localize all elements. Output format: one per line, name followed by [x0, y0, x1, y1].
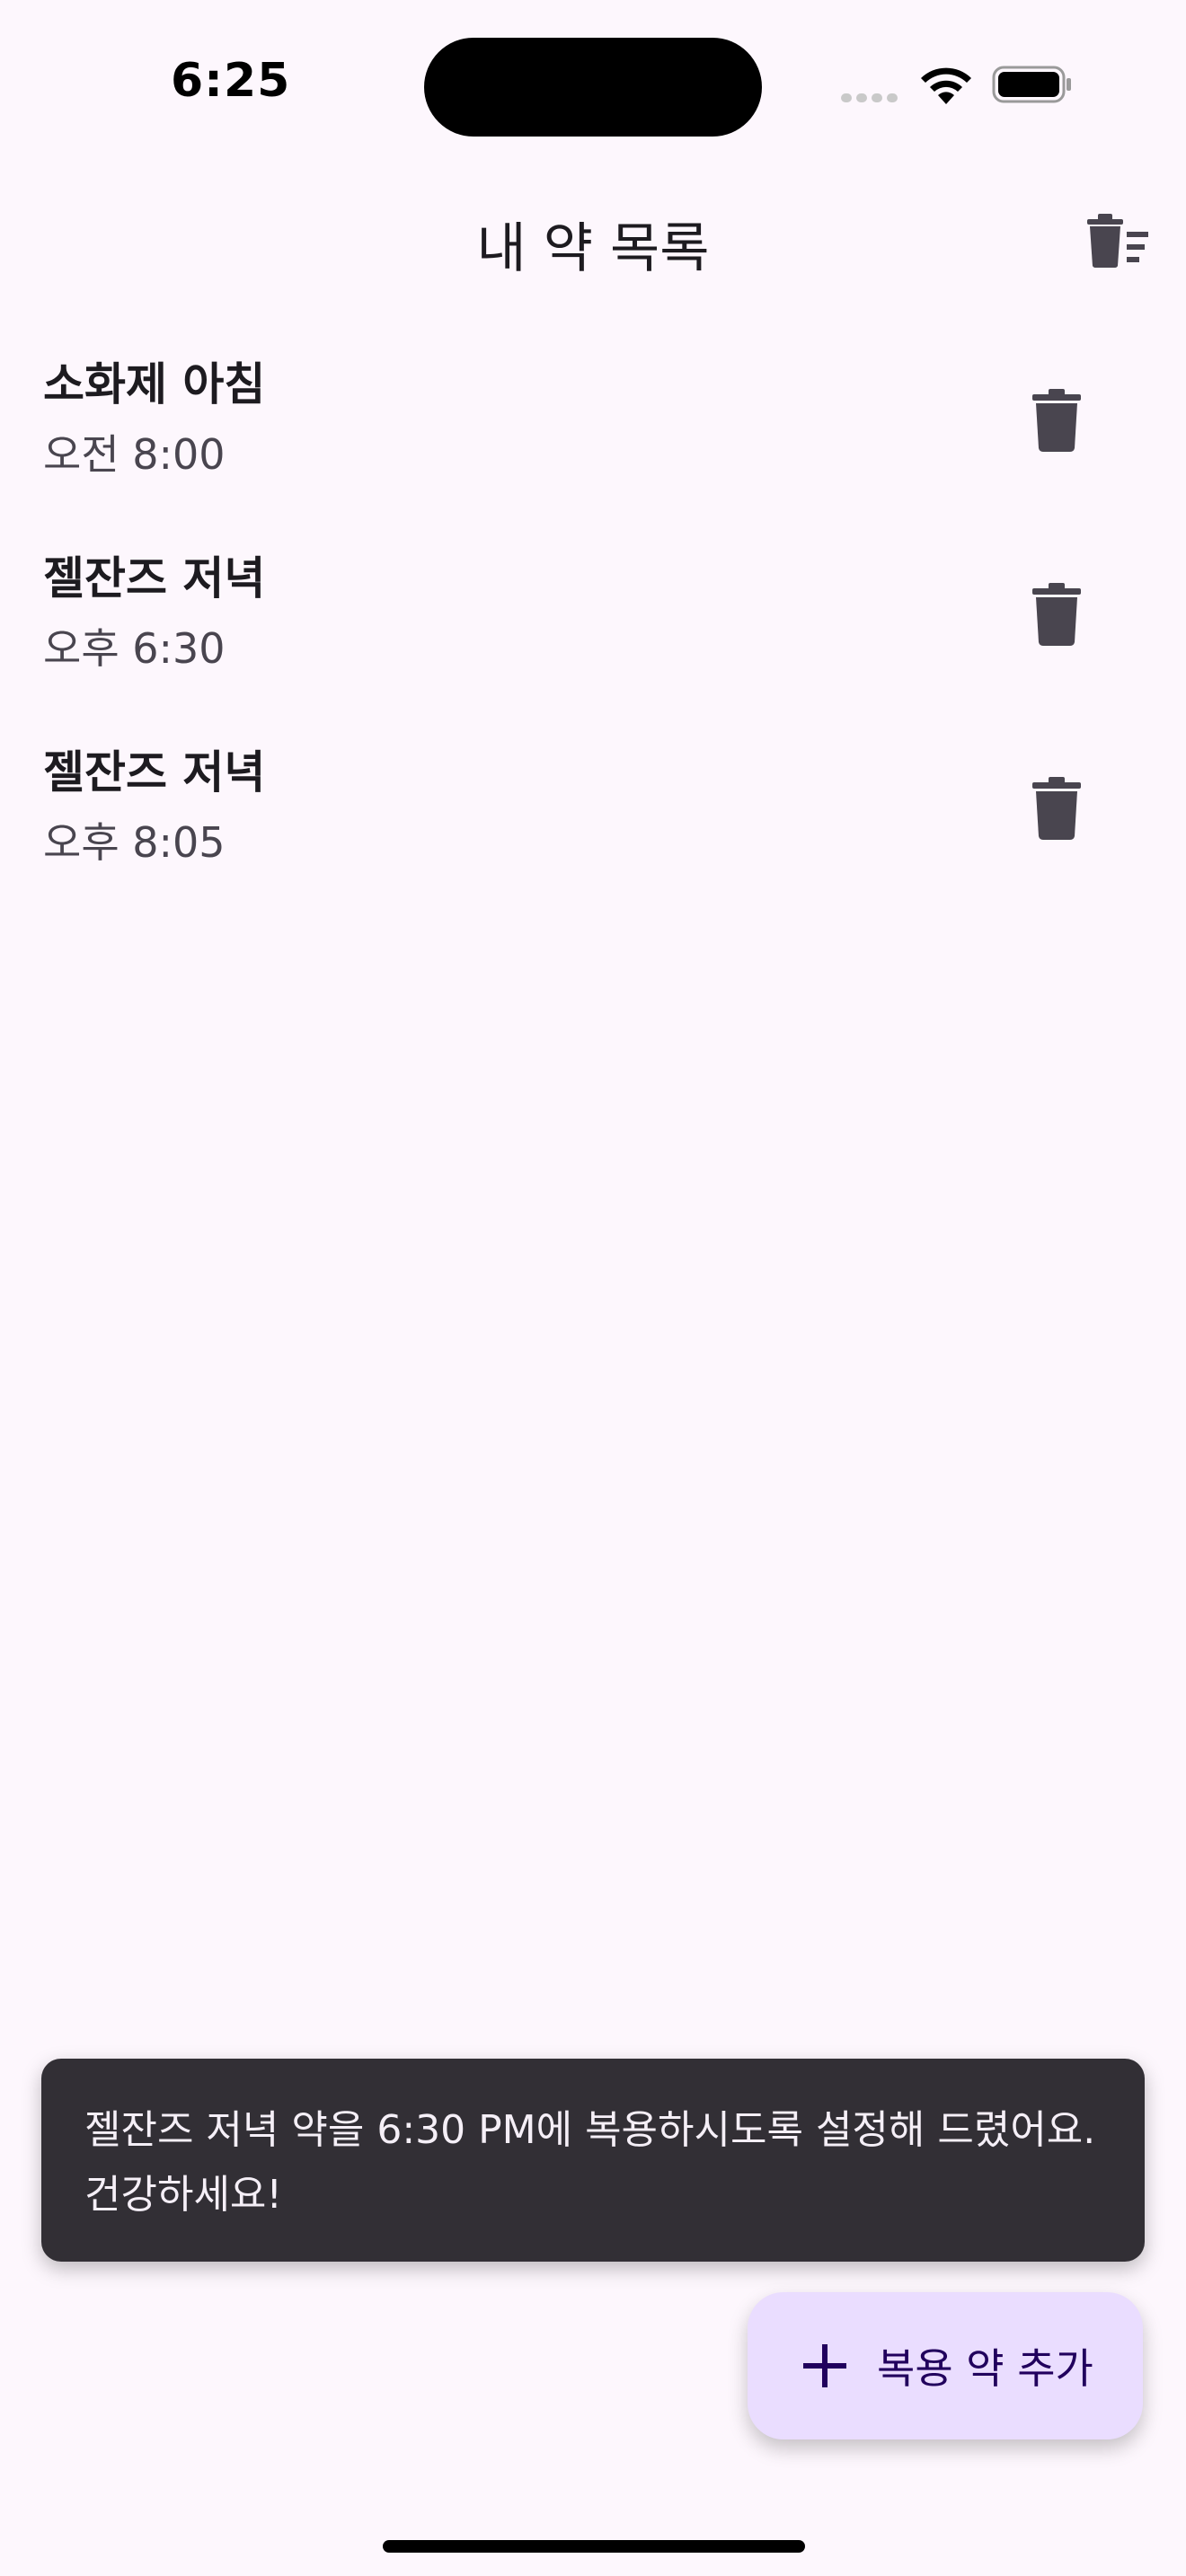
list-item[interactable]: 젤잔즈 저녁 오후 8:05 — [0, 711, 1186, 905]
medication-name: 젤잔즈 저녁 — [43, 746, 266, 798]
dynamic-island — [424, 38, 762, 137]
delete-sweep-icon — [1087, 214, 1148, 268]
medication-list: 소화제 아침 오전 8:00 젤잔즈 저녁 오후 6:30 젤잔즈 저녁 오후 … — [0, 323, 1186, 905]
snackbar: 젤잔즈 저녁 약을 6:30 PM에 복용하시도록 설정해 드렸어요. 건강하세… — [41, 2059, 1145, 2262]
delete-all-button[interactable] — [1075, 198, 1161, 284]
fab-label: 복용 약 추가 — [877, 2344, 1093, 2393]
trash-icon — [1032, 777, 1081, 840]
status-time: 6:25 — [171, 54, 291, 108]
battery-icon — [992, 66, 1071, 103]
medication-time: 오후 6:30 — [43, 624, 226, 673]
list-item[interactable]: 소화제 아침 오전 8:00 — [0, 323, 1186, 517]
trash-icon — [1032, 389, 1081, 452]
delete-button[interactable] — [1013, 377, 1100, 463]
list-item[interactable]: 젤잔즈 저녁 오후 6:30 — [0, 517, 1186, 711]
medication-name: 소화제 아침 — [43, 358, 266, 410]
snackbar-message: 젤잔즈 저녁 약을 6:30 PM에 복용하시도록 설정해 드렸어요. 건강하세… — [84, 2107, 1096, 2218]
delete-button[interactable] — [1013, 571, 1100, 657]
wifi-icon — [921, 67, 971, 104]
home-indicator[interactable] — [383, 2540, 805, 2553]
medication-time: 오후 8:05 — [43, 818, 226, 867]
app-bar: 내 약 목록 — [0, 180, 1186, 296]
cellular-signal-icon — [841, 93, 898, 102]
trash-icon — [1032, 583, 1081, 646]
add-medication-button[interactable]: 복용 약 추가 — [748, 2292, 1143, 2439]
delete-button[interactable] — [1013, 765, 1100, 851]
page-title: 내 약 목록 — [476, 217, 710, 280]
plus-icon — [803, 2344, 846, 2387]
status-bar: 6:25 — [0, 0, 1186, 171]
medication-time: 오전 8:00 — [43, 430, 226, 479]
medication-name: 젤잔즈 저녁 — [43, 552, 266, 604]
